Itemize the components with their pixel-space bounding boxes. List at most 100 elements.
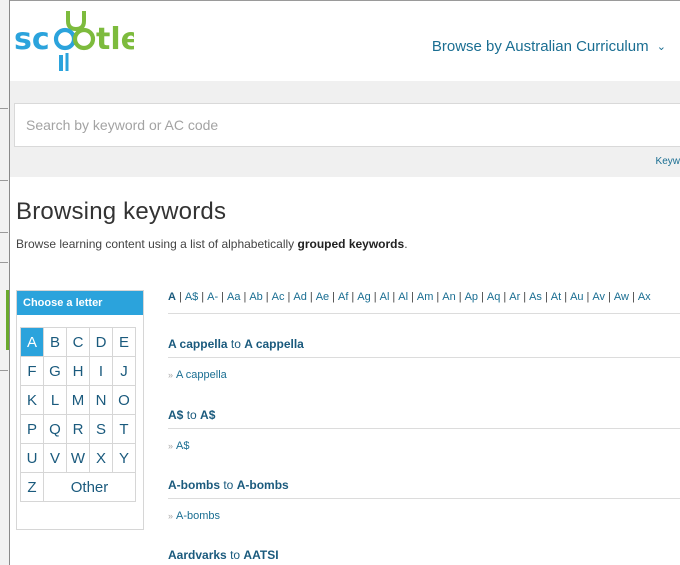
prefix-link[interactable]: A$ (185, 291, 198, 303)
separator: | (608, 291, 611, 303)
prefix-link[interactable]: As (529, 291, 542, 303)
separator: | (458, 291, 462, 303)
letter-k[interactable]: K (20, 385, 44, 415)
separator: | (631, 291, 635, 303)
prefix-link[interactable]: Ax (638, 291, 651, 303)
window-left-edge (0, 0, 10, 565)
scootle-logo-mark: sc tle (14, 11, 134, 71)
separator: | (178, 291, 182, 303)
separator: | (586, 291, 590, 303)
group-heading[interactable]: Aardvarks to AATSI (168, 548, 279, 562)
divider (168, 428, 680, 429)
subtitle-text: Browse learning content using a list of … (16, 237, 298, 251)
prefix-link[interactable]: Ae (316, 291, 329, 303)
logo-text-tle: tle (96, 22, 134, 57)
divider (168, 313, 680, 314)
separator: | (201, 291, 205, 303)
prefix-link[interactable]: Al (380, 291, 390, 303)
subtitle-end: . (404, 237, 408, 251)
bullet-icon: » (168, 511, 174, 521)
letter-l[interactable]: L (43, 385, 67, 415)
letter-g[interactable]: G (43, 356, 67, 386)
letter-v[interactable]: V (43, 443, 67, 473)
site-header: sc tle Browse by Australian Curriculum ⌄ (10, 1, 680, 81)
keyword-link[interactable]: Keyw (656, 156, 680, 167)
separator: | (351, 291, 355, 303)
letter-t[interactable]: T (112, 414, 136, 444)
separator: | (373, 291, 377, 303)
letter-other[interactable]: Other (43, 472, 136, 502)
page-subtitle: Browse learning content using a list of … (16, 237, 408, 251)
letter-n[interactable]: N (89, 385, 113, 415)
prefix-link[interactable]: Ag (357, 291, 370, 303)
letter-f[interactable]: F (20, 356, 44, 386)
logo-text-sc: sc (14, 22, 50, 57)
letter-o[interactable]: O (112, 385, 136, 415)
letter-u[interactable]: U (20, 443, 44, 473)
prefix-link[interactable]: Aw (614, 291, 629, 303)
group-heading[interactable]: A$ to A$ (168, 408, 215, 422)
scootle-logo[interactable]: sc tle (14, 9, 134, 79)
prefix-link[interactable]: Al (398, 291, 408, 303)
prefix-link[interactable]: Ac (272, 291, 285, 303)
letter-y[interactable]: Y (112, 443, 136, 473)
separator: | (243, 291, 247, 303)
divider (168, 498, 680, 499)
prefix-link[interactable]: Av (592, 291, 605, 303)
separator: | (436, 291, 440, 303)
separator: | (332, 291, 336, 303)
letter-d[interactable]: D (89, 327, 113, 357)
prefix-link[interactable]: A (168, 291, 176, 303)
letter-m[interactable]: M (66, 385, 90, 415)
letter-i[interactable]: I (89, 356, 113, 386)
separator: | (481, 291, 484, 303)
prefix-link[interactable]: Au (570, 291, 583, 303)
separator: | (411, 291, 414, 303)
letter-x[interactable]: X (89, 443, 113, 473)
divider (168, 357, 680, 358)
prefix-link[interactable]: A- (207, 291, 218, 303)
letter-p[interactable]: P (20, 414, 44, 444)
letter-h[interactable]: H (66, 356, 90, 386)
prefix-link[interactable]: Af (338, 291, 348, 303)
group-heading[interactable]: A cappella to A cappella (168, 337, 304, 351)
letter-chooser: Choose a letter A B C D E F G H I J K L … (16, 290, 144, 530)
keyword-prefix-bar: A | A$ | A- | Aa | Ab | Ac | Ad | Ae | Af | Ag | Al | Al | Am | An… (168, 291, 680, 303)
prefix-link[interactable]: An (442, 291, 455, 303)
prefix-link[interactable]: Ar (509, 291, 520, 303)
prefix-link[interactable]: Ab (249, 291, 262, 303)
search-input[interactable] (14, 103, 680, 147)
letter-a[interactable]: A (20, 327, 44, 357)
browse-curriculum-menu[interactable]: Browse by Australian Curriculum ⌄ (432, 38, 666, 55)
separator: | (287, 291, 291, 303)
letter-r[interactable]: R (66, 414, 90, 444)
prefix-link[interactable]: Aa (227, 291, 240, 303)
search-section: Keyw (10, 81, 680, 177)
letter-e[interactable]: E (112, 327, 136, 357)
separator: | (564, 291, 568, 303)
page-title: Browsing keywords (16, 198, 227, 225)
separator: | (523, 291, 527, 303)
keyword-item[interactable]: » A cappella (168, 369, 227, 381)
letter-grid: A B C D E F G H I J K L M N O P Q R S T (20, 327, 136, 502)
letter-q[interactable]: Q (43, 414, 67, 444)
bullet-icon: » (168, 441, 174, 451)
letter-w[interactable]: W (66, 443, 90, 473)
group-heading[interactable]: A-bombs to A-bombs (168, 478, 289, 492)
bullet-icon: » (168, 370, 174, 380)
letter-z[interactable]: Z (20, 472, 44, 502)
letter-c[interactable]: C (66, 327, 90, 357)
prefix-link[interactable]: Ad (293, 291, 306, 303)
separator: | (221, 291, 224, 303)
prefix-link[interactable]: Am (417, 291, 434, 303)
letter-b[interactable]: B (43, 327, 67, 357)
keyword-item[interactable]: » A-bombs (168, 510, 220, 522)
letter-s[interactable]: S (89, 414, 113, 444)
separator: | (265, 291, 269, 303)
prefix-link[interactable]: Aq (487, 291, 500, 303)
browse-menu-label: Browse by Australian Curriculum (431, 38, 649, 55)
prefix-link[interactable]: Ap (465, 291, 478, 303)
letter-j[interactable]: J (112, 356, 136, 386)
prefix-link[interactable]: At (551, 291, 561, 303)
keyword-item[interactable]: » A$ (168, 440, 189, 452)
